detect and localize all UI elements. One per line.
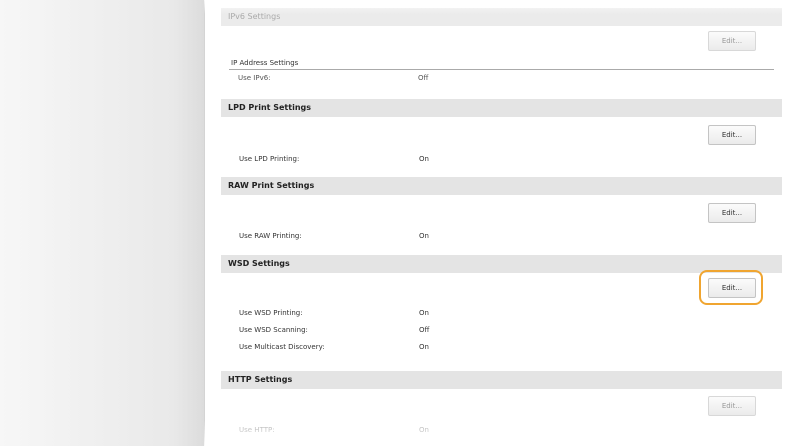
row-use-lpd-printing: Use LPD Printing: On	[239, 153, 429, 165]
sidebar	[0, 0, 205, 446]
row-use-wsd-printing: Use WSD Printing: On	[239, 307, 429, 319]
row-label: Use WSD Printing:	[239, 309, 303, 317]
row-label: Use LPD Printing:	[239, 155, 300, 163]
row-use-multicast-discovery: Use Multicast Discovery: On	[239, 341, 429, 353]
row-use-ipv6: Use IPv6: Off	[238, 72, 428, 84]
section-header-http: HTTP Settings	[221, 371, 782, 389]
row-value: Off	[419, 326, 430, 334]
edit-button-wsd[interactable]: Edit...	[708, 278, 756, 298]
subheading-ip-address-settings: IP Address Settings	[229, 57, 774, 70]
row-value: On	[419, 426, 429, 434]
section-header-raw: RAW Print Settings	[221, 177, 782, 195]
row-value: On	[419, 343, 429, 351]
row-value: On	[419, 232, 429, 240]
edit-button-ipv6[interactable]: Edit...	[708, 31, 756, 51]
row-value: On	[419, 155, 429, 163]
row-label: Use RAW Printing:	[239, 232, 302, 240]
section-header-wsd: WSD Settings	[221, 255, 782, 273]
edit-button-lpd[interactable]: Edit...	[708, 125, 756, 145]
section-header-ipv6: IPv6 Settings	[221, 8, 782, 26]
edit-button-raw[interactable]: Edit...	[708, 203, 756, 223]
row-use-wsd-scanning: Use WSD Scanning: Off	[239, 324, 429, 336]
row-label: Use HTTP:	[239, 426, 275, 434]
row-use-raw-printing: Use RAW Printing: On	[239, 230, 429, 242]
row-value: Off	[418, 74, 429, 82]
page: IPv6 Settings Edit... IP Address Setting…	[0, 0, 795, 446]
row-label: Use IPv6:	[238, 74, 271, 82]
row-label: Use WSD Scanning:	[239, 326, 308, 334]
row-label: Use Multicast Discovery:	[239, 343, 325, 351]
edit-button-http[interactable]: Edit...	[708, 396, 756, 416]
section-header-lpd: LPD Print Settings	[221, 99, 782, 117]
row-use-http: Use HTTP: On	[239, 424, 429, 436]
row-value: On	[419, 309, 429, 317]
settings-content: IPv6 Settings Edit... IP Address Setting…	[221, 0, 782, 446]
